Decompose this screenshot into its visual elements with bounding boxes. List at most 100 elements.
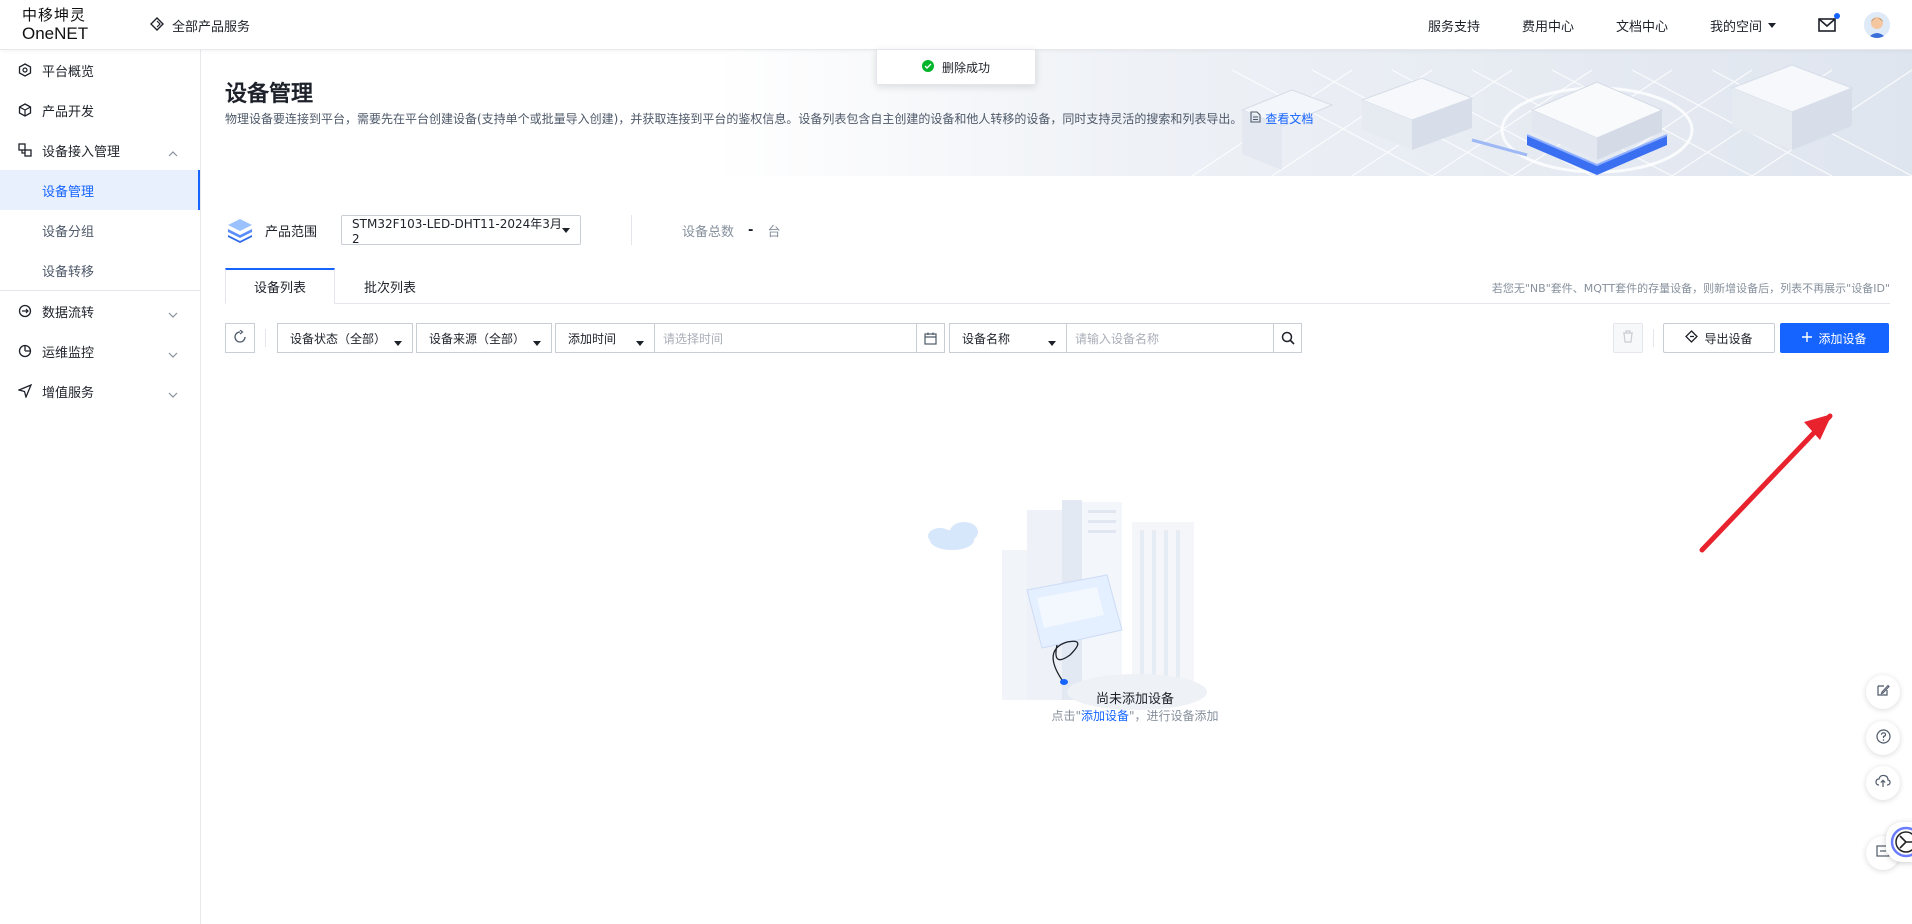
device-source-filter[interactable]: 设备来源（全部） <box>416 323 552 353</box>
export-devices-button[interactable]: 导出设备 <box>1663 323 1775 353</box>
device-count-label: 设备总数 <box>682 224 735 240</box>
sidebar-item-data-flow[interactable]: 数据流转 <box>0 291 200 331</box>
feedback-edit-button[interactable] <box>1866 675 1900 709</box>
sidebar-item-product-dev[interactable]: 产品开发 <box>0 90 200 130</box>
sidebar-item-label: 设备接入管理 <box>42 144 121 160</box>
search-icon[interactable] <box>1273 324 1301 352</box>
caret-down-icon <box>562 223 571 237</box>
export-devices-label: 导出设备 <box>1704 331 1753 346</box>
product-select-value: STM32F103-LED-DHT11-2024年3月2 <box>352 216 562 246</box>
device-name-placeholder: 请输入设备名称 <box>1075 331 1160 346</box>
monitor-icon <box>18 344 32 358</box>
time-field-value: 添加时间 <box>568 331 617 346</box>
empty-state-prefix: 点击" <box>1051 709 1081 723</box>
device-id-note: 若您无"NB"套件、MQTT套件的存量设备，则新增设备后，列表不再展示"设备ID… <box>1491 282 1890 295</box>
device-name-search-input[interactable]: 请输入设备名称 <box>1066 323 1302 353</box>
product-stack-icon <box>225 215 255 245</box>
sidebar-item-label: 增值服务 <box>42 385 95 401</box>
sidebar-item-label: 数据流转 <box>42 305 95 321</box>
caret-down-icon <box>394 336 402 350</box>
all-products-label: 全部产品服务 <box>172 20 251 35</box>
device-access-icon <box>18 143 32 157</box>
mail-icon[interactable] <box>1818 13 1840 32</box>
diamond-icon <box>150 16 164 35</box>
billing-center-link[interactable]: 费用中心 <box>1522 16 1574 35</box>
sidebar-item-value-added[interactable]: 增值服务 <box>0 371 200 411</box>
cloud-upload-button[interactable] <box>1866 766 1900 800</box>
date-picker-placeholder: 请选择时间 <box>663 331 724 346</box>
divider <box>631 215 633 245</box>
docs-center-link[interactable]: 文档中心 <box>1616 16 1668 35</box>
empty-state-illustration <box>928 500 1207 710</box>
help-button[interactable] <box>1866 721 1900 755</box>
add-device-button[interactable]: 添加设备 <box>1780 323 1889 353</box>
product-scope-row: 产品范围 STM32F103-LED-DHT11-2024年3月2 设备总数 -… <box>225 210 780 250</box>
add-device-label: 添加设备 <box>1818 331 1867 346</box>
cloud-upload-icon <box>1875 774 1891 792</box>
app-root: 中移坤灵 OneNET 全部产品服务 服务支持 费用中心 文档中心 我的空间 平… <box>0 0 1912 924</box>
sidebar-item-label: 运维监控 <box>42 345 95 361</box>
chevron-down-icon <box>168 387 178 402</box>
refresh-button[interactable] <box>225 323 255 353</box>
sidebar-subitem-device-management[interactable]: 设备管理 <box>0 170 200 210</box>
overview-icon <box>18 63 32 77</box>
sidebar-subitem-device-group[interactable]: 设备分组 <box>0 210 200 250</box>
chevron-down-icon <box>168 307 178 322</box>
sidebar-item-overview[interactable]: 平台概览 <box>0 50 200 90</box>
divider <box>1653 329 1654 347</box>
send-icon <box>18 384 32 398</box>
all-products-menu[interactable]: 全部产品服务 <box>150 16 250 35</box>
check-circle-icon <box>921 59 934 75</box>
chevron-down-icon <box>168 347 178 362</box>
device-status-filter[interactable]: 设备状态（全部） <box>277 323 413 353</box>
my-space-menu[interactable]: 我的空间 <box>1710 16 1776 35</box>
service-support-link[interactable]: 服务支持 <box>1428 16 1480 35</box>
top-bar: 中移坤灵 OneNET 全部产品服务 服务支持 费用中心 文档中心 我的空间 <box>0 0 1912 50</box>
notification-dot <box>1834 13 1840 19</box>
sidebar-subitem-device-transfer[interactable]: 设备转移 <box>0 250 200 290</box>
brand-logo[interactable]: 中移坤灵 OneNET <box>22 6 102 46</box>
sidebar-item-label: 平台概览 <box>42 64 95 80</box>
sidebar-item-label: 产品开发 <box>42 104 95 120</box>
device-status-filter-value: 设备状态（全部） <box>290 331 387 346</box>
tab-batch-list[interactable]: 批次列表 <box>335 268 445 304</box>
page-description-text: 物理设备要连接到平台，需要先在平台创建设备(支持单个或批量导入创建)，并获取连接… <box>225 112 1243 126</box>
device-count-unit: 台 <box>767 224 781 240</box>
sidebar-item-device-access[interactable]: 设备接入管理 <box>0 130 200 170</box>
annotation-arrow <box>1699 413 1833 553</box>
page-title: 设备管理 <box>225 82 314 107</box>
filter-toolbar: 设备状态（全部） 设备来源（全部） 添加时间 请选择时间 设备名称 请输入设备名… <box>225 323 1890 355</box>
delete-button[interactable] <box>1613 323 1643 353</box>
date-picker-input[interactable]: 请选择时间 <box>654 323 945 353</box>
view-docs-link[interactable]: 查看文档 <box>1250 110 1313 127</box>
calendar-icon[interactable] <box>916 324 944 352</box>
search-field-select[interactable]: 设备名称 <box>949 323 1067 353</box>
export-icon <box>1685 330 1699 346</box>
box-icon <box>18 103 32 117</box>
caret-down-icon <box>533 336 541 350</box>
empty-state-add-link[interactable]: 添加设备 <box>1081 709 1129 723</box>
tab-device-list[interactable]: 设备列表 <box>225 268 335 304</box>
device-count-value: - <box>748 222 754 238</box>
time-field-select[interactable]: 添加时间 <box>555 323 655 353</box>
edit-icon <box>1876 683 1890 701</box>
data-flow-icon <box>18 304 32 318</box>
caret-down-icon <box>1768 18 1776 33</box>
sidebar: 平台概览 产品开发 设备接入管理 设备管理 设备分组 设备转移 数据流转 运维监… <box>0 50 201 924</box>
caret-down-icon <box>1048 336 1056 350</box>
logo-line1: 中移坤灵 <box>22 6 87 24</box>
product-select[interactable]: STM32F103-LED-DHT11-2024年3月2 <box>341 215 582 246</box>
list-tabs: 设备列表 批次列表 若您无"NB"套件、MQTT套件的存量设备，则新增设备后，列… <box>225 268 1890 304</box>
assistant-bot-icon[interactable] <box>1886 822 1912 862</box>
success-toast: 删除成功 <box>876 49 1036 85</box>
empty-state-title: 尚未添加设备 <box>1095 692 1174 707</box>
refresh-icon <box>233 329 247 347</box>
document-icon <box>1250 111 1261 126</box>
empty-state-subtitle: 点击"添加设备"，进行设备添加 <box>1015 707 1255 724</box>
device-source-filter-value: 设备来源（全部） <box>429 331 526 346</box>
sidebar-item-ops-monitor[interactable]: 运维监控 <box>0 331 200 371</box>
my-space-label: 我的空间 <box>1709 19 1762 35</box>
user-avatar[interactable] <box>1864 12 1890 38</box>
page-description: 物理设备要连接到平台，需要先在平台创建设备(支持单个或批量导入创建)，并获取连接… <box>225 110 1313 127</box>
view-docs-label: 查看文档 <box>1265 112 1314 126</box>
